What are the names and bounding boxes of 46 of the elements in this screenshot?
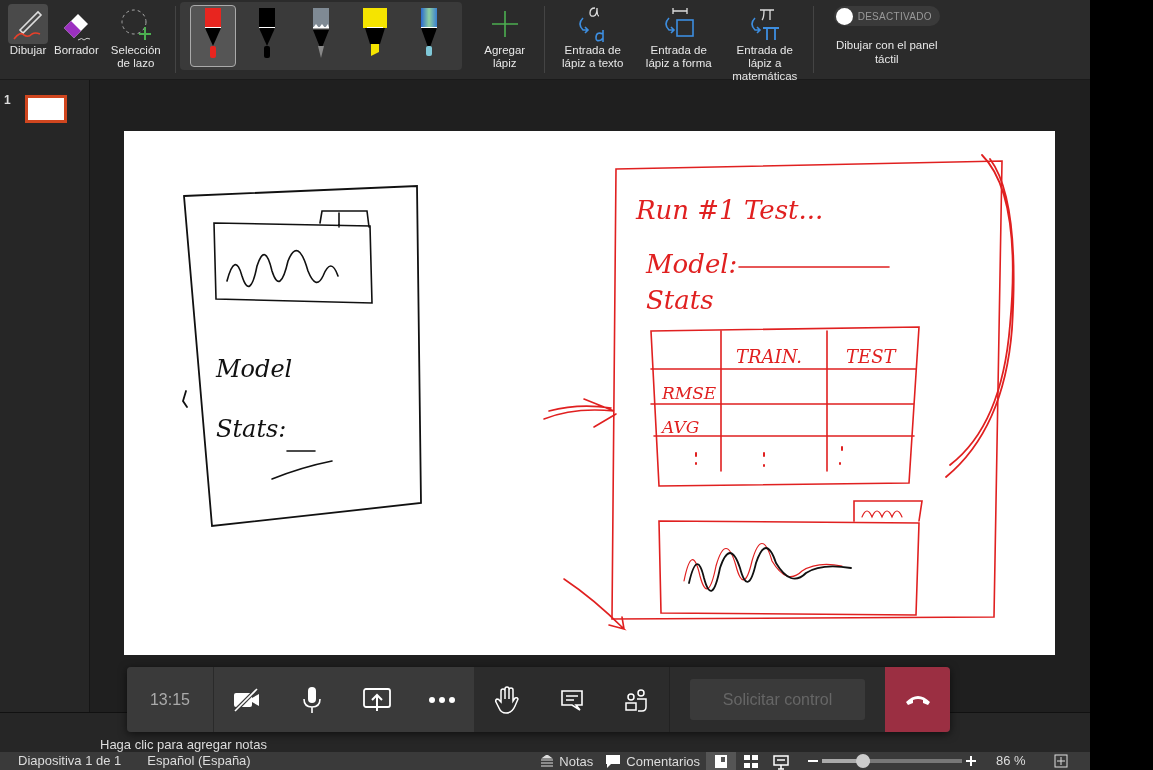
phone-icon (904, 693, 931, 706)
ink-convert-button[interactable]: Entrada de lápiz a texto (550, 2, 635, 72)
add-pen-button[interactable]: Agregar lápiz (471, 2, 538, 72)
ink-convert-button[interactable]: Entrada de lápiz a matemáticas (722, 2, 807, 85)
normal-view-button[interactable] (706, 752, 736, 770)
handwritten-text: RMSE (662, 383, 717, 403)
sorter-view-icon (742, 752, 760, 770)
notes-icon (540, 755, 555, 767)
share-screen-icon (361, 686, 392, 713)
touch-toggle[interactable]: DESACTIVADO (833, 6, 940, 26)
handwritten-text: Model (216, 355, 293, 383)
microphone-icon (301, 685, 322, 714)
hand-icon (494, 685, 519, 714)
more-icon (427, 695, 456, 704)
handwritten-text: Run #1 Test... (636, 195, 824, 225)
comment-icon (605, 754, 622, 768)
camera-icon (231, 687, 262, 712)
slide-number: 1 (4, 93, 11, 107)
zoom-out-icon[interactable] (808, 759, 818, 763)
pen-swatch[interactable] (189, 5, 236, 67)
handwritten-text: AVG (662, 417, 700, 437)
comments-button[interactable]: Comentarios (599, 752, 706, 770)
handwritten-text: Model: (646, 249, 738, 279)
handwritten-text: TEST (846, 346, 896, 367)
call-timer: 13:15 (127, 667, 214, 732)
normal-view-icon (712, 752, 730, 770)
plus-icon (489, 9, 520, 39)
fit-to-window-icon[interactable] (1054, 754, 1068, 768)
slide-thumbnail[interactable] (24, 95, 67, 123)
zoom-in-icon[interactable] (966, 756, 976, 766)
lasso-tool-button[interactable]: Selección de lazo (102, 2, 169, 72)
handwritten-text: Stats (646, 285, 714, 315)
zoom-percentage[interactable]: 86 % (996, 752, 1046, 770)
handwritten-text: TRAIN. (736, 346, 802, 367)
handwritten-text: Stats: (216, 415, 287, 443)
notes-button[interactable]: Notas (534, 752, 600, 770)
slide-counter: Diapositiva 1 de 1 (18, 752, 122, 770)
reading-view-icon (772, 752, 790, 770)
chat-icon (559, 687, 584, 712)
ink-convert-button[interactable]: Entrada de lápiz a forma (636, 2, 721, 72)
notes-placeholder[interactable]: Haga clic para agregar notas (100, 737, 267, 752)
toggle-label: Dibujar con el panel táctil (834, 38, 939, 66)
eraser-tool-button[interactable]: Borrador (52, 2, 101, 59)
people-icon (623, 687, 650, 712)
hang-up-button[interactable] (885, 667, 950, 732)
language-label[interactable]: Español (España) (147, 752, 251, 770)
